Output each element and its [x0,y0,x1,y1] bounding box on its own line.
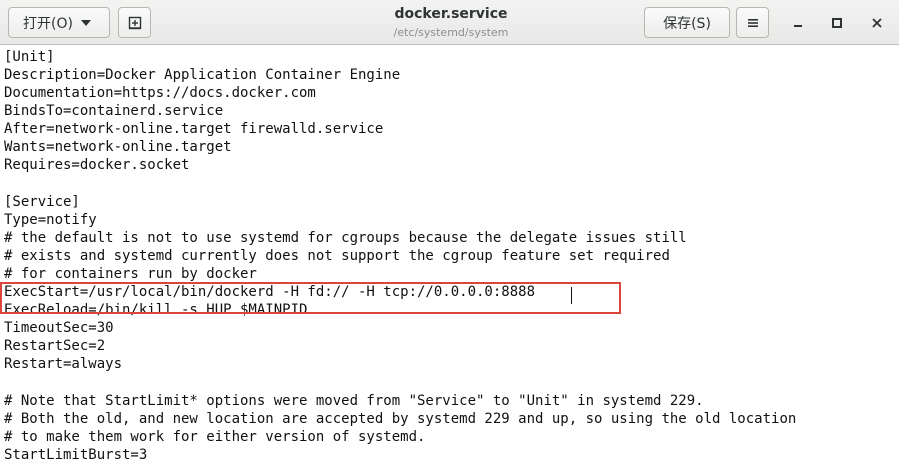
maximize-button[interactable] [826,12,848,34]
code-line[interactable]: RestartSec=2 [4,337,105,355]
chevron-down-icon [80,19,91,26]
code-line[interactable]: # the default is not to use systemd for … [4,229,687,247]
new-document-button[interactable] [118,7,151,38]
text-editor-window: 打开(O) docker.service /etc/systemd/system… [0,0,899,469]
code-line[interactable]: Documentation=https://docs.docker.com [4,84,316,102]
code-line[interactable]: # to make them work for either version o… [4,428,425,446]
minimize-button[interactable] [787,12,809,34]
header-bar: 打开(O) docker.service /etc/systemd/system… [0,0,899,45]
code-line[interactable]: # for containers run by docker [4,265,257,283]
code-line[interactable]: ExecReload=/bin/kill -s HUP $MAINPID [4,301,307,319]
window-subtitle: /etc/systemd/system [393,26,509,39]
code-line[interactable]: Description=Docker Application Container… [4,66,400,84]
code-line[interactable]: After=network-online.target firewalld.se… [4,120,383,138]
title-block: docker.service /etc/systemd/system [300,4,602,41]
code-line[interactable]: BindsTo=containerd.service [4,102,223,120]
close-button[interactable] [866,12,888,34]
code-line[interactable]: # Note that StartLimit* options were mov… [4,392,704,410]
code-line[interactable]: StartLimitBurst=3 [4,446,147,464]
save-button[interactable]: 保存(S) [644,7,730,38]
save-button-label: 保存(S) [663,15,711,32]
minimize-icon [794,25,802,27]
hamburger-menu-icon [747,18,758,27]
code-line[interactable]: Type=notify [4,211,97,229]
code-line[interactable]: [Service] [4,193,80,211]
close-icon [872,18,882,28]
maximize-icon [832,18,842,28]
new-document-icon [128,16,141,29]
text-editor-area[interactable]: [Unit] Description=Docker Application Co… [0,45,899,469]
window-title: docker.service [394,6,508,22]
open-button-label: 打开(O) [23,15,73,32]
code-line[interactable]: TimeoutSec=30 [4,319,114,337]
text-cursor [571,287,572,304]
menu-button[interactable] [736,7,769,38]
open-button[interactable]: 打开(O) [8,7,110,38]
code-line[interactable]: # Both the old, and new location are acc… [4,410,796,428]
code-line[interactable]: Wants=network-online.target [4,138,232,156]
code-line[interactable]: Restart=always [4,355,122,373]
code-line[interactable]: [Unit] [4,48,55,66]
code-line[interactable]: ExecStart=/usr/local/bin/dockerd -H fd:/… [4,283,535,301]
code-line[interactable]: # exists and systemd currently does not … [4,247,670,265]
code-line[interactable]: Requires=docker.socket [4,156,189,174]
